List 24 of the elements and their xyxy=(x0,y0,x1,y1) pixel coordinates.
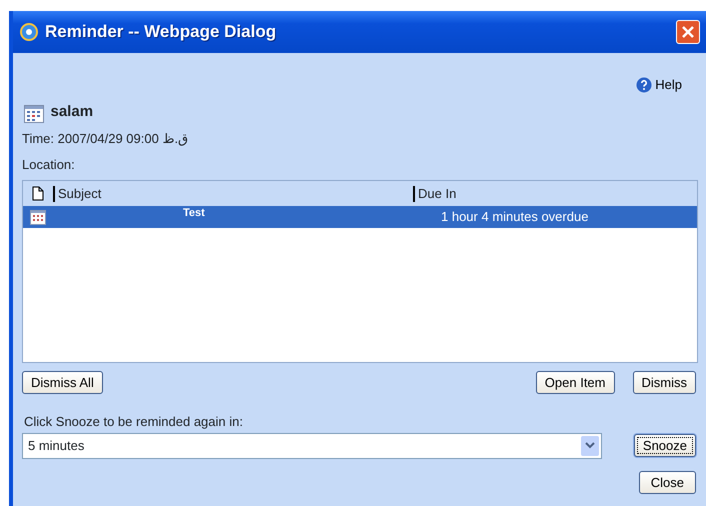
snooze-button[interactable]: Snooze xyxy=(634,434,696,457)
reminder-subject: salam xyxy=(50,102,94,122)
browser-icon xyxy=(19,22,39,42)
open-item-button[interactable]: Open Item xyxy=(536,371,614,394)
reminder-time: Time: 2007/04/29 09:00 ق.ظ xyxy=(22,130,190,148)
help-icon[interactable] xyxy=(636,76,652,93)
due-in-cell: 1 hour 4 minutes overdue xyxy=(441,209,588,224)
snooze-label: Click Snooze to be reminded again in: xyxy=(24,413,244,431)
calendar-icon xyxy=(30,210,46,224)
list-row[interactable]: Test 1 hour 4 minutes overdue xyxy=(23,206,697,228)
help-link[interactable]: Help xyxy=(655,75,682,94)
close-dialog-button[interactable]: Close xyxy=(638,470,696,494)
reminder-location: Location: xyxy=(22,156,76,174)
close-icon xyxy=(681,25,695,39)
column-header[interactable]: Subject xyxy=(53,186,413,202)
close-button[interactable] xyxy=(676,20,700,44)
dismiss-all-button[interactable]: Dismiss All xyxy=(22,371,103,394)
snooze-dropdown[interactable]: 5 minutes xyxy=(22,432,602,458)
subject-cell: Test xyxy=(183,207,205,219)
document-icon xyxy=(32,186,44,201)
window-title: Reminder -- Webpage Dialog xyxy=(45,21,276,44)
column-header[interactable]: Due In xyxy=(413,186,697,202)
calendar-icon xyxy=(24,105,44,123)
dismiss-button[interactable]: Dismiss xyxy=(632,371,696,394)
